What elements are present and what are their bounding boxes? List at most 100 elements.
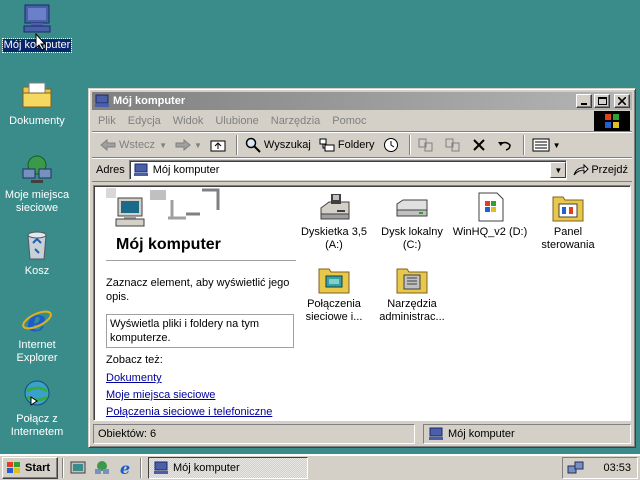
toolbar-separator [408,135,411,155]
my-computer-icon [133,163,148,176]
undo-button[interactable] [493,134,520,156]
desktop-icon-label: Kosz [24,265,50,277]
info-pane-divider [106,260,296,261]
show-desktop-button[interactable] [68,458,88,478]
desktop-icon-documents[interactable]: Dokumenty [0,78,74,128]
item-cd-drive[interactable]: WinHQ_v2 (D:) [450,190,530,239]
start-label: Start [25,461,51,474]
svg-text:e: e [27,304,46,335]
recycle-bin-icon [20,228,54,262]
menu-edit[interactable]: Edycja [122,115,167,127]
menu-help[interactable]: Pomoc [326,115,372,127]
my-computer-icon [154,461,168,474]
item-floppy[interactable]: Dyskietka 3,5 (A:) [294,190,374,252]
move-to-button[interactable] [414,134,441,156]
clock[interactable]: 03:53 [603,462,631,474]
documents-folder-icon [20,78,54,112]
internet-explorer-icon: e [120,460,130,476]
back-button[interactable]: Wstecz ▼ [96,134,171,156]
menu-favorites[interactable]: Ulubione [209,115,264,127]
window-titlebar[interactable]: Mój komputer [92,92,632,110]
item-network-connections[interactable]: Połączenia sieciowe i... [294,262,374,324]
item-label: Połączenia sieciowe i... [305,298,363,323]
forward-arrow-icon [175,139,191,151]
floppy-drive-icon [316,190,352,224]
address-input[interactable]: Mój komputer ▼ [128,160,568,180]
chevron-down-icon: ▼ [552,140,561,150]
my-computer-window: Mój komputer Plik Edycja Widok Ulubione … [88,88,636,448]
mouse-cursor-icon [35,33,47,51]
desktop-icon-connect-internet[interactable]: Połącz z Internetem [0,376,74,439]
history-icon [383,138,398,152]
network-connections-icon [316,262,352,296]
item-control-panel[interactable]: Panel sterowania [528,190,608,252]
address-dropdown-button[interactable]: ▼ [550,162,567,178]
status-object-count: Obiektów: 6 [93,424,415,444]
taskbar: Start e Mój komputer 03:53 [0,454,640,480]
menu-tools[interactable]: Narzędzia [265,115,327,127]
quick-launch-network-button[interactable] [92,458,112,478]
network-status-icon[interactable] [567,460,585,476]
go-button[interactable]: Przejdź [573,163,628,177]
toolbar: Wstecz ▼ ▼ Wyszukaj Foldery ▼ [92,132,632,158]
system-tray: 03:53 [562,457,638,479]
toolbar-separator [522,135,525,155]
search-button[interactable]: Wyszukaj [241,134,315,156]
windows-logo-icon [594,111,630,131]
address-bar: Adres Mój komputer ▼ Przejdź [92,158,632,182]
delete-icon [472,139,485,151]
hard-drive-icon [394,190,430,224]
item-label: Dyskietka 3,5 (A:) [300,226,368,251]
menu-file[interactable]: Plik [92,115,122,127]
link-network-places[interactable]: Moje miejsca sieciowe [106,389,215,401]
desktop-icon-internet-explorer[interactable]: e Internet Explorer [0,302,74,365]
item-admin-tools[interactable]: Narzędzia administrac... [372,262,452,324]
history-button[interactable] [379,134,406,156]
window-title: Mój komputer [113,95,186,107]
item-label: Dysk lokalny (C:) [381,226,443,251]
desktop-icon-label: Dokumenty [9,115,65,127]
info-pane-description: Wyświetla pliki i foldery na tym kompute… [106,314,294,348]
maximize-button[interactable] [594,94,610,108]
close-button[interactable] [614,94,630,108]
views-button[interactable]: ▼ [528,134,565,156]
menu-bar: Plik Edycja Widok Ulubione Narzędzia Pom… [92,110,632,132]
status-spacer [415,424,423,444]
search-icon [245,137,261,153]
folders-button[interactable]: Foldery [315,134,379,156]
link-network-connections[interactable]: Połączenia sieciowe i telefoniczne [106,406,272,418]
link-documents[interactable]: Dokumenty [106,372,162,384]
quick-launch-ie-button[interactable]: e [116,458,136,478]
network-places-icon [95,460,109,474]
desktop-icon-network-places[interactable]: Moje miejsca sieciowe [0,152,74,215]
windows-logo-icon [7,461,20,473]
cd-drive-icon [472,190,508,224]
internet-explorer-icon: e [20,302,54,336]
minimize-button[interactable] [576,94,592,108]
desktop-icon-recycle-bin[interactable]: Kosz [0,228,74,278]
forward-button[interactable]: ▼ [171,134,206,156]
item-label: Narzędzia administrac... [379,298,445,323]
minimize-icon [581,103,587,105]
items-view: Dyskietka 3,5 (A:) Dysk lokalny (C:) Win… [294,190,630,340]
back-arrow-icon [100,139,116,151]
item-local-disk[interactable]: Dysk lokalny (C:) [372,190,452,252]
menu-view[interactable]: Widok [167,115,210,127]
see-also-heading: Zobacz też: [106,354,163,366]
info-pane: Mój komputer Zaznacz element, aby wyświe… [96,188,296,420]
go-label: Przejdź [591,164,628,176]
task-button-my-computer[interactable]: Mój komputer [148,456,308,479]
my-computer-icon [20,2,54,36]
my-computer-icon [115,197,145,227]
start-button[interactable]: Start [2,456,58,479]
admin-tools-icon [394,262,430,296]
desktop-icon-label: Połącz z Internetem [10,413,64,438]
up-folder-button[interactable] [206,134,233,156]
info-pane-banner: Mój komputer [106,188,286,258]
copy-to-button[interactable] [441,134,468,156]
content-area: Mój komputer Zaznacz element, aby wyświe… [93,185,631,421]
delete-button[interactable] [468,134,493,156]
address-value: Mój komputer [152,164,220,176]
address-label: Adres [96,164,125,176]
up-folder-icon [210,140,226,152]
